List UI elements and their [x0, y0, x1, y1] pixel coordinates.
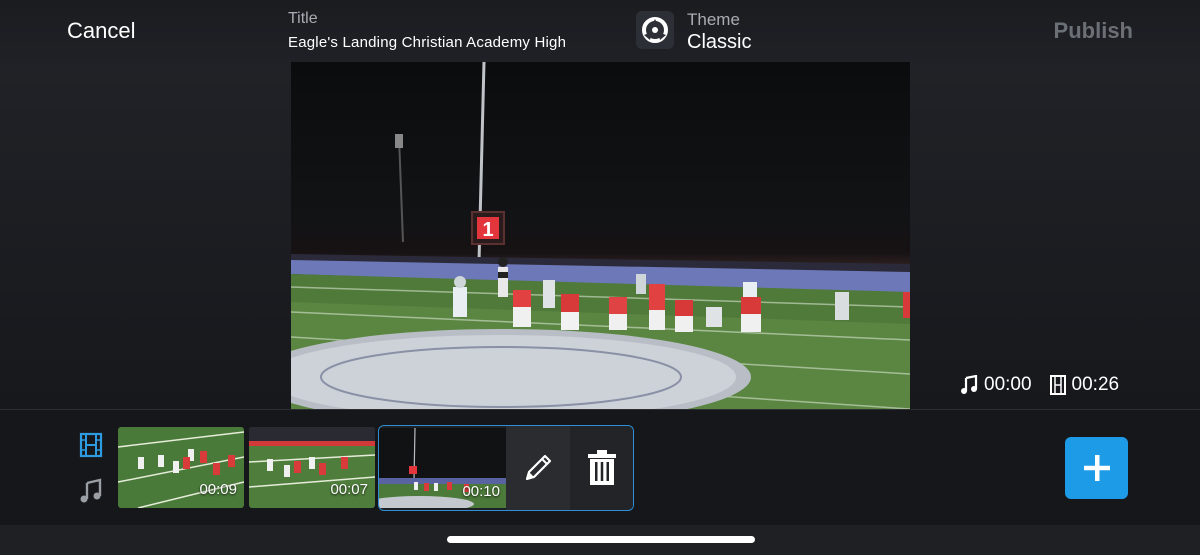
title-label: Title	[288, 10, 318, 27]
home-indicator[interactable]	[447, 536, 755, 543]
pencil-icon	[525, 454, 552, 481]
theme-logo-icon[interactable]	[636, 11, 674, 49]
video-timer: 00:26	[1049, 374, 1120, 396]
delete-clip-button[interactable]	[570, 426, 633, 510]
music-time: 00:00	[984, 374, 1032, 395]
plus-icon	[1083, 455, 1110, 481]
preview-side-panel-right	[910, 62, 1200, 409]
clip-duration: 00:09	[199, 481, 237, 498]
video-preview[interactable]: 1	[291, 62, 910, 409]
cancel-button[interactable]: Cancel	[67, 18, 135, 44]
film-icon	[1049, 375, 1066, 395]
music-timer: 00:00	[960, 374, 1032, 396]
top-bar	[0, 0, 1200, 62]
timeline-clip-1[interactable]: 00:09	[118, 427, 244, 508]
film-icon[interactable]	[78, 432, 104, 458]
timeline-clip-2[interactable]: 00:07	[249, 427, 375, 508]
scoreboard-digit: 1	[482, 219, 493, 241]
publish-button[interactable]: Publish	[1054, 18, 1133, 44]
music-note-icon	[961, 375, 978, 394]
clip-duration: 00:07	[330, 481, 368, 498]
title-field[interactable]: Eagle's Landing Christian Academy High	[288, 34, 566, 51]
playback-timers: 00:00 00:26	[960, 374, 1119, 396]
trash-icon	[587, 450, 616, 485]
music-note-icon[interactable]	[78, 478, 104, 504]
preview-side-panel-left	[0, 62, 291, 409]
video-time: 00:26	[1071, 374, 1120, 395]
add-clip-button[interactable]	[1065, 437, 1128, 499]
theme-label: Theme	[687, 10, 740, 29]
clip-duration: 00:10	[462, 483, 500, 500]
timeline-clip-3-selected[interactable]: 00:10	[379, 428, 506, 508]
edit-clip-button[interactable]	[506, 426, 570, 510]
selected-clip-group: 00:10	[378, 425, 634, 511]
theme-selector[interactable]: Classic	[687, 31, 751, 54]
